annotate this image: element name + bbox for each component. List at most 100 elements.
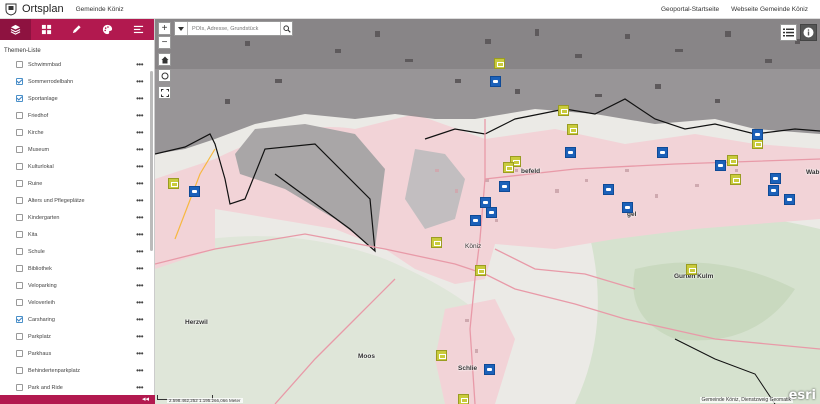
layer-options-icon[interactable]: ••• [136, 213, 143, 222]
layer-options-icon[interactable]: ••• [136, 247, 143, 256]
layer-options-icon[interactable]: ••• [136, 196, 143, 205]
layer-item[interactable]: Schwimmbad ••• [0, 56, 149, 73]
map-view[interactable]: Köniz Gurten Kulm Herzwil Moos Schlie Wa… [155, 19, 820, 404]
layer-item[interactable]: Parkplatz ••• [0, 328, 149, 345]
layer-checkbox[interactable] [16, 112, 23, 119]
search-button[interactable] [280, 22, 292, 35]
layer-checkbox[interactable] [16, 129, 23, 136]
layer-options-icon[interactable]: ••• [136, 179, 143, 188]
layer-item[interactable]: Ruine ••• [0, 175, 149, 192]
layer-item[interactable]: Park and Ride ••• [0, 379, 149, 396]
layer-checkbox[interactable] [16, 299, 23, 306]
carsharing-marker[interactable] [768, 185, 779, 196]
sport-marker[interactable] [494, 58, 505, 69]
layer-checkbox[interactable] [16, 333, 23, 340]
sport-marker[interactable] [475, 265, 486, 276]
tab-draw[interactable] [62, 19, 93, 40]
sport-marker[interactable] [558, 105, 569, 116]
sport-marker[interactable] [503, 162, 514, 173]
legend-button[interactable] [780, 24, 797, 41]
layer-item[interactable]: Schule ••• [0, 243, 149, 260]
zoom-out-button[interactable]: − [158, 36, 171, 49]
layer-item[interactable]: Museum ••• [0, 141, 149, 158]
geoportal-link[interactable]: Geoportal-Startseite [661, 6, 719, 13]
layer-options-icon[interactable]: ••• [136, 298, 143, 307]
layer-options-icon[interactable]: ••• [136, 230, 143, 239]
sport-marker[interactable] [730, 174, 741, 185]
layer-item[interactable]: Parkhaus ••• [0, 345, 149, 362]
layer-checkbox[interactable] [16, 163, 23, 170]
layer-checkbox[interactable] [16, 282, 23, 289]
layer-options-icon[interactable]: ••• [136, 162, 143, 171]
layer-options-icon[interactable]: ••• [136, 315, 143, 324]
search-dropdown-button[interactable] [175, 22, 188, 35]
layer-checkbox[interactable] [16, 265, 23, 272]
carsharing-marker[interactable] [715, 160, 726, 171]
layer-item[interactable]: Sportanlage ••• [0, 90, 149, 107]
carsharing-marker[interactable] [486, 207, 497, 218]
layer-checkbox[interactable] [16, 367, 23, 374]
search-input[interactable] [188, 22, 280, 35]
carsharing-marker[interactable] [484, 364, 495, 375]
carsharing-marker[interactable] [565, 147, 576, 158]
layer-options-icon[interactable]: ••• [136, 111, 143, 120]
website-link[interactable]: Webseite Gemeinde Köniz [731, 6, 808, 13]
sport-marker[interactable] [727, 155, 738, 166]
layer-item[interactable]: Behindertenparkplatz ••• [0, 362, 149, 379]
layer-checkbox[interactable] [16, 384, 23, 391]
carsharing-marker[interactable] [752, 129, 763, 140]
carsharing-marker[interactable] [470, 215, 481, 226]
layer-options-icon[interactable]: ••• [136, 128, 143, 137]
sport-marker[interactable] [431, 237, 442, 248]
sport-marker[interactable] [458, 394, 469, 404]
sport-marker[interactable] [168, 178, 179, 189]
layer-item[interactable]: Kirche ••• [0, 124, 149, 141]
layer-options-icon[interactable]: ••• [136, 264, 143, 273]
carsharing-marker[interactable] [499, 181, 510, 192]
sport-marker[interactable] [436, 350, 447, 361]
info-button[interactable] [800, 24, 817, 41]
sidebar-scrollbar[interactable] [150, 71, 153, 251]
layer-checkbox[interactable] [16, 61, 23, 68]
layer-item[interactable]: Friedhof ••• [0, 107, 149, 124]
sport-marker[interactable] [567, 124, 578, 135]
layer-checkbox[interactable] [16, 248, 23, 255]
layer-checkbox[interactable] [16, 231, 23, 238]
layer-item[interactable]: Kindergarten ••• [0, 209, 149, 226]
tab-basemaps[interactable] [31, 19, 62, 40]
layer-item[interactable]: Kulturlokal ••• [0, 158, 149, 175]
fullscreen-button[interactable] [158, 86, 171, 99]
carsharing-marker[interactable] [622, 202, 633, 213]
layer-options-icon[interactable]: ••• [136, 77, 143, 86]
sport-marker[interactable] [686, 264, 697, 275]
layer-item[interactable]: Bibliothek ••• [0, 260, 149, 277]
layer-item[interactable]: Veloparking ••• [0, 277, 149, 294]
layer-checkbox[interactable] [16, 78, 23, 85]
layer-item[interactable]: Carsharing ••• [0, 311, 149, 328]
layer-item[interactable]: Alters und Pflegeplätze ••• [0, 192, 149, 209]
layer-options-icon[interactable]: ••• [136, 383, 143, 392]
carsharing-marker[interactable] [189, 186, 200, 197]
layer-item[interactable]: Kita ••• [0, 226, 149, 243]
layer-checkbox[interactable] [16, 197, 23, 204]
layer-checkbox[interactable] [16, 350, 23, 357]
layer-options-icon[interactable]: ••• [136, 94, 143, 103]
tab-menu[interactable] [123, 19, 154, 40]
layer-checkbox[interactable] [16, 95, 23, 102]
layer-options-icon[interactable]: ••• [136, 349, 143, 358]
layer-options-icon[interactable]: ••• [136, 281, 143, 290]
zoom-in-button[interactable]: + [158, 22, 171, 35]
layer-checkbox[interactable] [16, 214, 23, 221]
carsharing-marker[interactable] [770, 173, 781, 184]
collapse-sidebar-button[interactable]: ◂◂ [0, 395, 155, 404]
locate-button[interactable] [158, 69, 171, 82]
layer-item[interactable]: Sommerrodelbahn ••• [0, 73, 149, 90]
layer-options-icon[interactable]: ••• [136, 366, 143, 375]
carsharing-marker[interactable] [657, 147, 668, 158]
layer-item[interactable]: Veloverleih ••• [0, 294, 149, 311]
layer-checkbox[interactable] [16, 180, 23, 187]
layer-options-icon[interactable]: ••• [136, 332, 143, 341]
carsharing-marker[interactable] [784, 194, 795, 205]
layer-options-icon[interactable]: ••• [136, 145, 143, 154]
layer-options-icon[interactable]: ••• [136, 60, 143, 69]
